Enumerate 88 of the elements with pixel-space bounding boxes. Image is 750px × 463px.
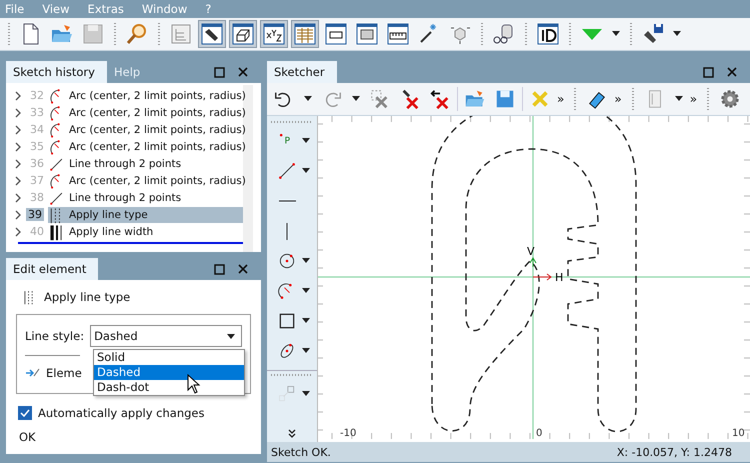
check-icon <box>20 409 30 417</box>
dropdown-option[interactable]: Solid <box>94 350 244 365</box>
gear-icon <box>719 88 742 110</box>
more-button[interactable]: » <box>690 92 698 106</box>
history-item[interactable]: Arc (center, 2 limit points, radius) <box>48 122 243 138</box>
caret-icon[interactable] <box>302 168 310 174</box>
panel-tab[interactable]: Edit element <box>6 258 98 280</box>
toolbar-button[interactable] <box>291 20 319 48</box>
caret-icon[interactable] <box>302 318 310 324</box>
ok-button[interactable]: OK <box>16 428 39 446</box>
history-item[interactable]: Arc (center, 2 limit points, radius) <box>48 138 243 154</box>
status-text: Sketch OK. <box>271 446 331 458</box>
caret-icon[interactable] <box>302 348 310 354</box>
toolbar-button[interactable] <box>260 20 288 48</box>
hatch-window-icon <box>355 22 379 46</box>
caret-icon[interactable] <box>302 138 310 144</box>
step-number: 37 <box>29 174 44 187</box>
caret-icon[interactable] <box>612 31 620 37</box>
caret-icon[interactable] <box>302 288 310 294</box>
horizontal-arrow <box>532 274 552 280</box>
step-number: 32 <box>29 89 44 102</box>
more-button[interactable]: » <box>614 92 622 106</box>
cube-window-icon <box>231 22 255 46</box>
delete-arrow-icon <box>429 88 451 110</box>
expand-icon[interactable] <box>288 429 296 438</box>
panel-tab[interactable]: Sketcher <box>267 61 337 83</box>
line-icon <box>277 161 297 181</box>
history-item[interactable]: Apply line type <box>48 206 243 222</box>
snap-icon <box>277 384 297 404</box>
history-item[interactable]: Line through 2 points <box>48 190 243 206</box>
toolbar-button[interactable] <box>198 20 226 48</box>
line-style-label: Line style: <box>25 329 84 343</box>
caret-icon[interactable] <box>673 31 681 37</box>
dropdown-option[interactable]: Dashed <box>94 365 244 380</box>
operation-title: Apply line type <box>44 290 130 304</box>
part-window-icon <box>324 22 348 46</box>
table-window-icon <box>293 22 317 46</box>
caret-icon[interactable] <box>304 96 312 102</box>
panel-tab[interactable]: Sketch history <box>6 61 107 83</box>
step-number: 36 <box>29 157 44 170</box>
history-item[interactable]: Arc (center, 2 limit points, radius) <box>48 104 243 120</box>
rectangle-icon <box>277 311 297 331</box>
dropdown-option[interactable]: Dash-dot <box>94 380 244 395</box>
close-icon[interactable] <box>238 264 248 274</box>
step-number: 39 <box>26 208 44 221</box>
maximize-icon[interactable] <box>214 66 225 78</box>
caret-icon[interactable] <box>352 96 360 102</box>
history-item[interactable]: Arc (center, 2 limit points, radius) <box>48 88 243 104</box>
line-style-dropdown[interactable]: Dashed <box>90 325 242 347</box>
axis-label: H <box>555 271 564 284</box>
arrow-check-icon <box>25 367 41 379</box>
ruler-window-icon <box>386 22 410 46</box>
checkbox[interactable] <box>18 406 32 420</box>
auto-apply-checkbox[interactable]: Automatically apply changes <box>18 406 251 420</box>
step-number: 33 <box>29 106 44 119</box>
vertical-line-icon <box>286 222 288 240</box>
more-button[interactable]: » <box>557 92 564 106</box>
caret-icon <box>227 334 235 338</box>
maximize-icon[interactable] <box>214 264 225 274</box>
save-icon <box>494 88 516 110</box>
caret-icon[interactable] <box>674 96 683 102</box>
sketch-canvas[interactable]: V H -10 0 10 <box>318 116 750 442</box>
history-item[interactable]: Apply line width <box>48 224 243 240</box>
xyz-window-icon <box>262 22 286 46</box>
step-number: 40 <box>29 225 44 238</box>
ruler-label: -10 <box>340 428 356 439</box>
circle-icon <box>277 251 297 271</box>
step-number: 34 <box>29 123 44 136</box>
step-number: 35 <box>29 140 44 153</box>
window-panel-icon <box>169 22 193 46</box>
search-icon <box>125 22 149 46</box>
history-item[interactable]: Arc (center, 2 limit points, radius) <box>48 172 243 188</box>
caret-icon[interactable] <box>302 258 310 264</box>
toolbar-button[interactable] <box>229 20 257 48</box>
id-window-icon <box>536 22 560 46</box>
ruler-label: 10 <box>732 428 745 439</box>
close-icon[interactable] <box>727 67 737 77</box>
vertical-arrow <box>530 257 536 268</box>
save-icon <box>81 22 105 46</box>
ruler-label: 0 <box>536 428 542 439</box>
element-label: Eleme <box>46 366 82 380</box>
history-item[interactable]: Line through 2 points <box>48 156 243 172</box>
step-number: 38 <box>29 191 44 204</box>
maximize-icon[interactable] <box>703 66 714 78</box>
axis-label: V <box>527 245 535 258</box>
close-icon[interactable] <box>238 67 248 77</box>
horizontal-line-icon <box>278 200 296 202</box>
cursor-coordinates: X: -10.057, Y: 1.2478 <box>616 446 732 458</box>
